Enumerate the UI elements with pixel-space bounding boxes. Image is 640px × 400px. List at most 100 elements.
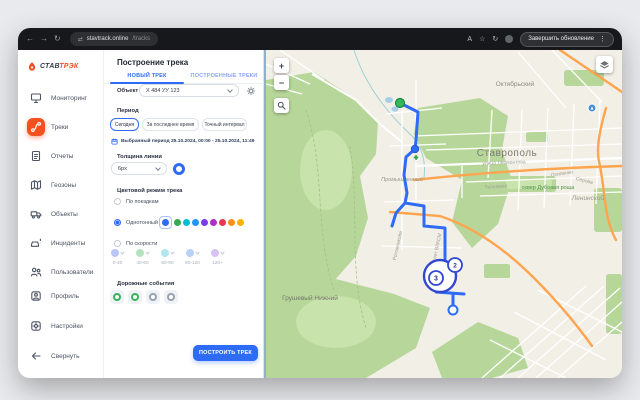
district-label: Ленинский [571, 194, 605, 202]
period-summary: Выбранный период 25.10.2024, 00:00 - 25.… [111, 138, 261, 145]
chevron-down-icon [170, 250, 174, 254]
cluster-count: 3 [434, 276, 438, 283]
event-dot-icon [113, 293, 121, 301]
color-mode-by-trips[interactable]: По поездкам [114, 198, 159, 205]
place-label: Грушевый Нижний [282, 294, 338, 302]
map-area[interactable]: Ставрополь Октябрьский Ленинский Промышл… [264, 50, 622, 378]
tab-built-tracks[interactable]: ПОСТРОЕННЫЕ ТРЕКИ [188, 73, 260, 79]
kebab-menu-icon[interactable]: ⋮ [599, 35, 606, 43]
app-content: СТАВТРЭК Мониторинг [18, 50, 622, 378]
speed-color-select[interactable] [155, 249, 180, 257]
speed-color-select[interactable] [205, 249, 230, 257]
sidebar-item-users[interactable]: Пользователи [18, 260, 103, 284]
sidebar-item-tracks[interactable]: Треки [18, 115, 103, 139]
zoom-out-button[interactable]: − [274, 75, 289, 90]
object-settings-button[interactable] [245, 85, 257, 97]
panel-title: Построение трека [117, 58, 188, 67]
road-event-toggle-on[interactable] [110, 290, 124, 304]
refresh-timer-icon[interactable]: ↻ [492, 36, 498, 43]
district-label: Промышленный [381, 176, 423, 183]
page-background: ← → ↻ ⇄ stavtrack.online/tracks A ☆ ↻ За… [0, 0, 640, 400]
color-swatch[interactable] [201, 219, 208, 226]
sidebar-item-label: Пользователи [51, 269, 93, 276]
sidebar-item-collapse[interactable]: Свернуть [18, 344, 103, 368]
color-palette [159, 216, 244, 229]
zoom-in-button[interactable]: + [274, 58, 289, 73]
translate-icon[interactable]: A [467, 36, 472, 43]
chevron-down-icon [155, 165, 161, 171]
sidebar-item-label: Отчеты [51, 153, 73, 160]
sidebar-item-incidents[interactable]: Инциденты [18, 231, 103, 255]
sidebar-item-profile[interactable]: Профиль [18, 284, 103, 308]
thickness-select[interactable]: 6px [111, 162, 167, 175]
color-swatch[interactable] [192, 219, 199, 226]
color-swatch[interactable] [174, 219, 181, 226]
map-search-button[interactable] [274, 98, 289, 113]
road-event-toggle-on[interactable] [128, 290, 142, 304]
address-bar[interactable]: ⇄ stavtrack.online/tracks [70, 32, 158, 46]
brand-flame-icon [27, 61, 37, 72]
road-event-toggle-off[interactable] [164, 290, 178, 304]
panel-tabs: НОВЫЙ ТРЕК ПОСТРОЕННЫЕ ТРЕКИ [104, 71, 264, 84]
layers-icon [599, 59, 610, 70]
avatar[interactable] [505, 35, 513, 43]
sidebar-item-label: Объекты [51, 211, 78, 218]
tab-new-track[interactable]: НОВЫЙ ТРЕК [110, 73, 184, 79]
map-layers-button[interactable] [596, 56, 613, 73]
speed-color-select[interactable] [130, 249, 155, 257]
route-point-marker[interactable] [411, 145, 419, 153]
road-event-toggle-off[interactable] [146, 290, 160, 304]
period-label: Период [117, 108, 139, 114]
arrow-left-icon [27, 347, 45, 365]
color-swatch[interactable] [237, 219, 244, 226]
color-mode-solid[interactable]: Однотонный [114, 219, 158, 226]
color-swatch[interactable] [228, 219, 235, 226]
sidebar-item-settings[interactable]: Настройки [18, 314, 103, 338]
sidebar-item-objects[interactable]: Объекты [18, 202, 103, 226]
color-swatch-selected[interactable] [159, 216, 172, 229]
color-swatch[interactable] [183, 219, 190, 226]
chevron-down-icon [220, 250, 224, 254]
url-host: stavtrack.online [87, 36, 129, 42]
period-option-interval[interactable]: Точный интервал [202, 118, 247, 131]
period-option-recent[interactable]: За последнее время [142, 118, 199, 131]
color-mode-by-speed[interactable]: По скорости [114, 240, 157, 247]
object-label: Объект [117, 88, 138, 94]
object-select[interactable]: Х 484 УУ 123 [139, 84, 239, 97]
monitor-icon [27, 89, 45, 107]
object-select-value: Х 484 УУ 123 [146, 88, 180, 94]
sidebar-nav: Мониторинг Треки [18, 86, 103, 284]
speed-color-select[interactable] [105, 249, 130, 257]
color-swatch[interactable] [219, 219, 226, 226]
sidebar-item-geozones[interactable]: Геозоны [18, 173, 103, 197]
speed-color-select[interactable] [180, 249, 205, 257]
forward-icon[interactable]: → [40, 35, 48, 43]
sidebar-item-label: Геозоны [51, 182, 76, 189]
radio-off-icon [114, 198, 121, 205]
update-browser-button[interactable]: Завершить обновление ⋮ [520, 32, 614, 47]
chevron-down-icon [145, 250, 149, 254]
park-label: сквер Дубовая роща [522, 185, 576, 191]
route-cluster-marker-small[interactable]: 2 [448, 258, 462, 272]
route-start-marker[interactable] [396, 99, 405, 108]
sidebar-item-monitoring[interactable]: Мониторинг [18, 86, 103, 110]
map-canvas: Ставрополь Октябрьский Ленинский Промышл… [266, 50, 622, 378]
sidebar-item-label: Профиль [51, 293, 79, 300]
event-dot-icon [167, 293, 175, 301]
route-icon [27, 118, 45, 136]
brand-logo[interactable]: СТАВТРЭК [18, 58, 103, 74]
thickness-value: 6px [118, 166, 127, 172]
map-icon [27, 176, 45, 194]
bookmark-star-icon[interactable]: ☆ [479, 36, 485, 43]
back-icon[interactable]: ← [26, 35, 34, 43]
chrome-actions: A ☆ ↻ Завершить обновление ⋮ [467, 32, 614, 47]
color-swatch[interactable] [210, 219, 217, 226]
reload-icon[interactable]: ↻ [54, 35, 61, 43]
build-track-button[interactable]: ПОСТРОИТЬ ТРЕК [193, 345, 258, 361]
sidebar-item-reports[interactable]: Отчеты [18, 144, 103, 168]
search-icon [277, 101, 286, 110]
update-browser-label: Завершить обновление [528, 36, 594, 42]
route-end-marker[interactable] [449, 306, 458, 315]
period-option-today[interactable]: Сегодня [110, 118, 139, 131]
sidebar-item-label: Свернуть [51, 353, 80, 360]
